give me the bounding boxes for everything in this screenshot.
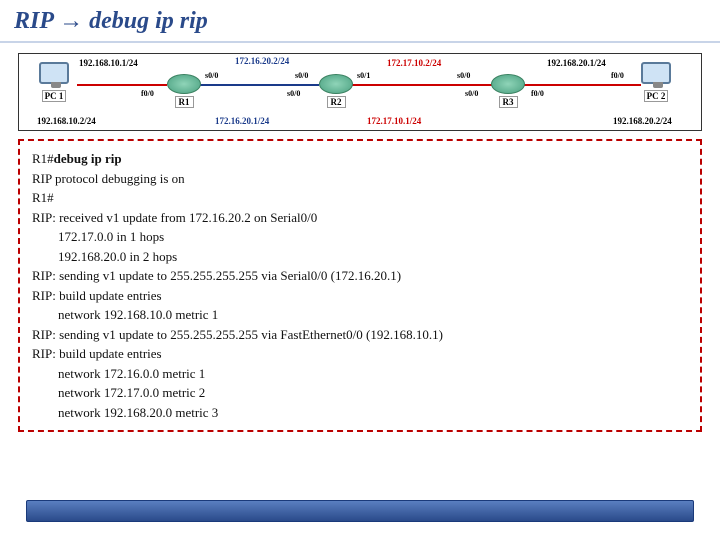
cli-line: RIP: build update entries — [32, 344, 688, 364]
cli-line: RIP: build update entries — [32, 286, 688, 306]
pc-icon — [641, 62, 671, 84]
cli-line: R1# — [32, 188, 688, 208]
router-r2: R2 — [319, 74, 353, 108]
router-icon — [491, 74, 525, 94]
router-r3: R3 — [491, 74, 525, 108]
title-protocol: RIP — [14, 8, 53, 34]
ip-label: 172.16.20.2/24 — [235, 56, 289, 66]
cli-line: network 192.168.10.0 metric 1 — [32, 305, 688, 325]
cli-line: RIP: sending v1 update to 255.255.255.25… — [32, 266, 688, 286]
pc1-node: PC 1 — [39, 62, 69, 102]
ip-label: 172.16.20.1/24 — [215, 116, 269, 126]
page-title: RIP → debug ip rip — [0, 0, 720, 43]
cli-line: network 172.16.0.0 metric 1 — [32, 364, 688, 384]
link-pc1-r1 — [77, 84, 167, 86]
interface-label: s0/1 — [357, 71, 370, 80]
link-r3-pc2 — [523, 84, 641, 86]
cli-line: R1#debug ip rip — [32, 149, 688, 169]
ip-label: 192.168.10.2/24 — [37, 116, 96, 126]
r1-label: R1 — [175, 96, 194, 108]
router-icon — [167, 74, 201, 94]
pc2-node: PC 2 — [641, 62, 671, 102]
cli-line: RIP: sending v1 update to 255.255.255.25… — [32, 325, 688, 345]
pc1-label: PC 1 — [42, 90, 67, 102]
r2-label: R2 — [327, 96, 346, 108]
cli-output-box: R1#debug ip rip RIP protocol debugging i… — [18, 139, 702, 432]
cli-line: 192.168.20.0 in 2 hops — [32, 247, 688, 267]
footer-bar — [26, 500, 694, 522]
ip-label: 192.168.20.1/24 — [547, 58, 606, 68]
interface-label: s0/0 — [457, 71, 470, 80]
router-r1: R1 — [167, 74, 201, 108]
cli-line: network 172.17.0.0 metric 2 — [32, 383, 688, 403]
interface-label: s0/0 — [205, 71, 218, 80]
link-r2-r3 — [351, 84, 493, 86]
cli-line: RIP protocol debugging is on — [32, 169, 688, 189]
interface-label: f0/0 — [531, 89, 544, 98]
interface-label: s0/0 — [287, 89, 300, 98]
arrow-right-icon: → — [59, 8, 83, 34]
interface-label: f0/0 — [141, 89, 154, 98]
interface-label: s0/0 — [295, 71, 308, 80]
cli-line: 172.17.0.0 in 1 hops — [32, 227, 688, 247]
router-icon — [319, 74, 353, 94]
cli-command: debug ip rip — [54, 151, 122, 166]
interface-label: f0/0 — [611, 71, 624, 80]
pc-icon — [39, 62, 69, 84]
r3-label: R3 — [499, 96, 518, 108]
cli-line: RIP: received v1 update from 172.16.20.2… — [32, 208, 688, 228]
link-r1-r2 — [199, 84, 319, 86]
ip-label: 192.168.10.1/24 — [79, 58, 138, 68]
network-topology-diagram: PC 1 R1 R2 R3 PC 2 192.168.10.1/24 172.1… — [18, 53, 702, 131]
cli-line: network 192.168.20.0 metric 3 — [32, 403, 688, 423]
pc2-label: PC 2 — [644, 90, 669, 102]
interface-label: s0/0 — [465, 89, 478, 98]
ip-label: 192.168.20.2/24 — [613, 116, 672, 126]
title-command: debug ip rip — [89, 8, 208, 34]
ip-label: 172.17.10.1/24 — [367, 116, 421, 126]
ip-label: 172.17.10.2/24 — [387, 58, 441, 68]
